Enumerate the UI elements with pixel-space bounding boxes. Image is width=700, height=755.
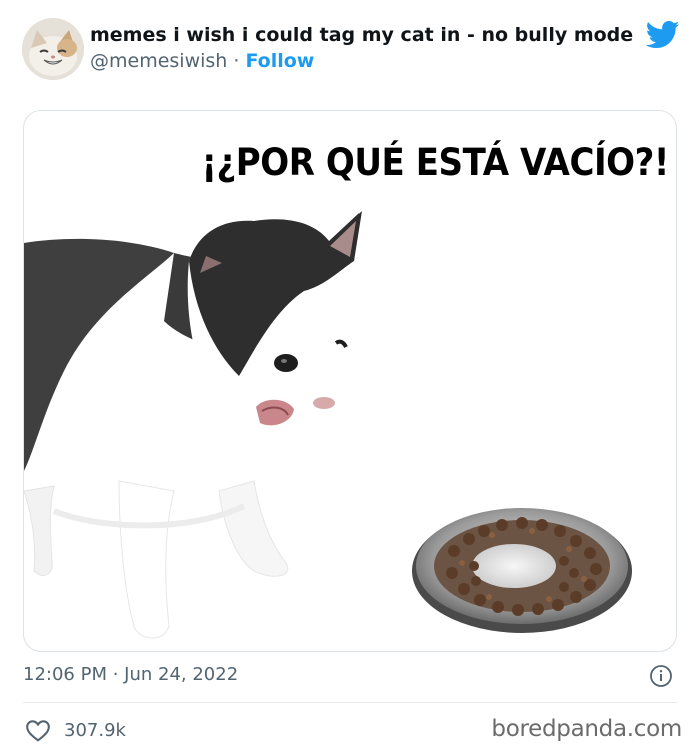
like-count: 307.9k: [64, 719, 126, 741]
avatar-cat-image: [22, 18, 84, 80]
follow-button[interactable]: Follow: [245, 50, 314, 72]
heart-icon: [26, 720, 50, 742]
cat-meme-image: [24, 211, 632, 639]
display-name[interactable]: memes i wish i could tag my cat in - no …: [90, 22, 650, 48]
avatar[interactable]: [22, 18, 84, 80]
separator: ·: [227, 50, 246, 72]
handle-row: @memesiwish · Follow: [90, 48, 650, 74]
divider: [23, 702, 677, 703]
handle[interactable]: @memesiwish: [90, 50, 227, 72]
info-icon[interactable]: [649, 664, 673, 688]
tweet-header: memes i wish i could tag my cat in - no …: [22, 18, 682, 82]
watermark: boredpanda.com: [491, 716, 682, 742]
like-button[interactable]: 307.9k: [25, 716, 126, 744]
twitter-bird-icon[interactable]: [646, 20, 680, 50]
tweet-media[interactable]: ¡¿POR QUÉ ESTÁ VACÍO?!: [23, 110, 677, 652]
timestamp[interactable]: 12:06 PM · Jun 24, 2022: [23, 664, 238, 685]
meme-caption: ¡¿POR QUÉ ESTÁ VACÍO?!: [201, 141, 670, 184]
